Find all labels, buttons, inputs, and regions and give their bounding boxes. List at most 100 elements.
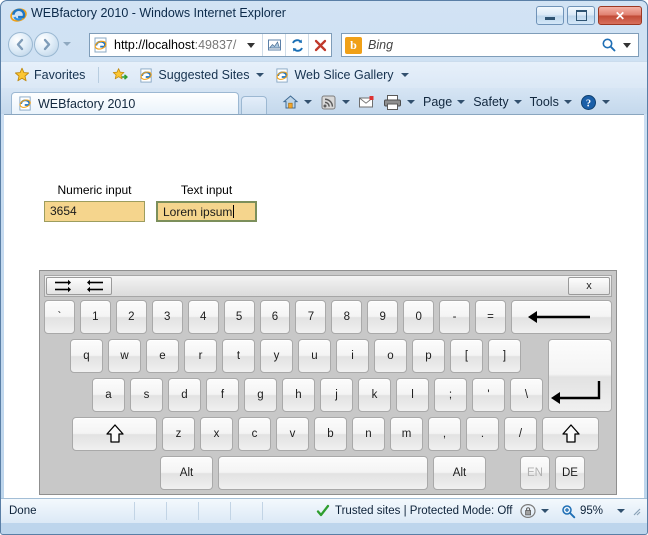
suggested-sites-button[interactable]: Suggested Sites	[136, 67, 267, 84]
key-j[interactable]: j	[320, 378, 353, 412]
key-bracket-left[interactable]: [	[450, 339, 483, 373]
favorites-button[interactable]: Favorites	[11, 66, 88, 84]
minimize-button[interactable]	[536, 6, 564, 25]
key-6[interactable]: 6	[260, 300, 291, 334]
chevron-down-icon[interactable]	[304, 100, 312, 104]
key-minus[interactable]: -	[439, 300, 470, 334]
text-input[interactable]: Lorem ipsum	[156, 201, 257, 222]
safety-menu-button[interactable]: Safety	[470, 93, 524, 111]
key-period[interactable]: .	[466, 417, 499, 451]
chevron-down-icon[interactable]	[457, 100, 465, 104]
key-p[interactable]: p	[412, 339, 445, 373]
key-z[interactable]: z	[162, 417, 195, 451]
key-enter[interactable]	[548, 339, 612, 412]
key-9[interactable]: 9	[367, 300, 398, 334]
chevron-down-icon[interactable]	[256, 73, 264, 77]
key-t[interactable]: t	[222, 339, 255, 373]
key-x[interactable]: x	[200, 417, 233, 451]
compatibility-view-button[interactable]	[263, 34, 285, 56]
forward-button[interactable]	[34, 32, 59, 57]
key-a[interactable]: a	[92, 378, 125, 412]
chevron-down-icon[interactable]	[407, 100, 415, 104]
security-zone[interactable]: Trusted sites | Protected Mode: Off	[316, 504, 512, 518]
key-q[interactable]: q	[70, 339, 103, 373]
key-f[interactable]: f	[206, 378, 239, 412]
search-dropdown-icon[interactable]	[623, 43, 631, 48]
key-e[interactable]: e	[146, 339, 179, 373]
key-k[interactable]: k	[358, 378, 391, 412]
key-o[interactable]: o	[374, 339, 407, 373]
chevron-down-icon[interactable]	[342, 100, 350, 104]
chevron-down-icon[interactable]	[401, 73, 409, 77]
web-slice-gallery-button[interactable]: Web Slice Gallery	[272, 67, 411, 84]
key-c[interactable]: c	[238, 417, 271, 451]
key-3[interactable]: 3	[152, 300, 183, 334]
key-n[interactable]: n	[352, 417, 385, 451]
key-bracket-right[interactable]: ]	[488, 339, 521, 373]
key-l[interactable]: l	[396, 378, 429, 412]
zoom-magnifier-icon[interactable]	[561, 504, 576, 519]
key-space[interactable]	[218, 456, 428, 490]
key-backslash[interactable]: \	[510, 378, 543, 412]
key-2[interactable]: 2	[116, 300, 147, 334]
key-comma[interactable]: ,	[428, 417, 461, 451]
key-b[interactable]: b	[314, 417, 347, 451]
key-lang-de[interactable]: DE	[555, 456, 585, 490]
address-dropdown-icon[interactable]	[247, 43, 255, 48]
page-menu-button[interactable]: Page	[420, 93, 468, 111]
key-s[interactable]: s	[130, 378, 163, 412]
help-button[interactable]: ?	[577, 92, 613, 113]
close-button[interactable]: ✕	[598, 6, 642, 25]
key-semicolon[interactable]: ;	[434, 378, 467, 412]
read-mail-button[interactable]	[355, 93, 378, 112]
key-backspace[interactable]	[511, 300, 612, 334]
numeric-input[interactable]: 3654	[44, 201, 145, 222]
key-backtick[interactable]: `	[44, 300, 75, 334]
chevron-down-icon[interactable]	[602, 100, 610, 104]
magnifier-icon[interactable]	[601, 37, 617, 53]
key-g[interactable]: g	[244, 378, 277, 412]
resize-grip-icon[interactable]	[631, 506, 641, 516]
key-1[interactable]: 1	[80, 300, 111, 334]
tools-menu-button[interactable]: Tools	[527, 93, 575, 111]
chevron-down-icon[interactable]	[514, 100, 522, 104]
key-r[interactable]: r	[184, 339, 217, 373]
key-slash[interactable]: /	[504, 417, 537, 451]
protected-mode-icon[interactable]	[520, 503, 537, 519]
key-quote[interactable]: '	[472, 378, 505, 412]
key-alt-right[interactable]: Alt	[433, 456, 486, 490]
key-equals[interactable]: =	[475, 300, 506, 334]
key-i[interactable]: i	[336, 339, 369, 373]
key-lang-en[interactable]: EN	[520, 456, 550, 490]
key-w[interactable]: w	[108, 339, 141, 373]
back-button[interactable]	[8, 32, 33, 57]
feeds-button[interactable]	[317, 92, 353, 113]
chevron-down-icon[interactable]	[564, 100, 572, 104]
key-shift-left[interactable]	[72, 417, 157, 451]
key-4[interactable]: 4	[188, 300, 219, 334]
new-tab-button[interactable]	[241, 96, 267, 114]
add-to-favorites-bar-button[interactable]	[109, 66, 131, 84]
search-input[interactable]: Bing	[368, 38, 601, 52]
key-u[interactable]: u	[298, 339, 331, 373]
virtual-keyboard-resize-button[interactable]	[46, 277, 112, 295]
key-shift-right[interactable]	[542, 417, 599, 451]
chevron-down-icon[interactable]	[541, 509, 549, 513]
maximize-button[interactable]	[567, 6, 595, 25]
virtual-keyboard-drag-handle[interactable]	[114, 277, 566, 295]
key-h[interactable]: h	[282, 378, 315, 412]
key-v[interactable]: v	[276, 417, 309, 451]
key-8[interactable]: 8	[331, 300, 362, 334]
key-0[interactable]: 0	[403, 300, 434, 334]
home-button[interactable]	[279, 92, 315, 113]
recent-pages-button[interactable]	[63, 42, 71, 46]
key-5[interactable]: 5	[224, 300, 255, 334]
key-d[interactable]: d	[168, 378, 201, 412]
zoom-level[interactable]: 95%	[580, 505, 603, 517]
stop-button[interactable]	[309, 34, 331, 56]
chevron-down-icon[interactable]	[617, 509, 625, 513]
address-bar[interactable]: http://localhost:49837/	[89, 33, 332, 57]
key-y[interactable]: y	[260, 339, 293, 373]
key-m[interactable]: m	[390, 417, 423, 451]
search-bar[interactable]: b Bing	[341, 33, 639, 57]
